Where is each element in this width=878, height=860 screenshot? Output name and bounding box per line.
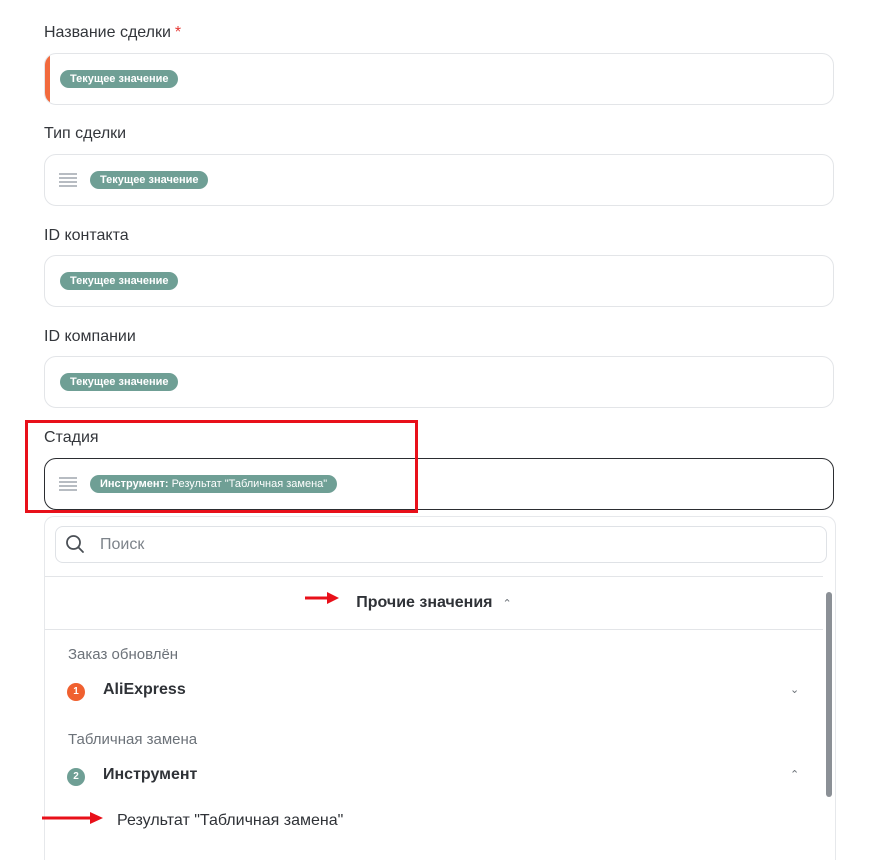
chevron-down-icon[interactable]: ⌄: [790, 683, 799, 696]
stage-field[interactable]: Инструмент: Результат "Табличная замена": [44, 458, 834, 510]
list-icon: [59, 173, 77, 187]
arrow-right-icon: [42, 812, 103, 824]
search-box[interactable]: [55, 526, 827, 563]
item-label: AliExpress: [103, 681, 186, 698]
company-id-label: ID компании: [44, 328, 136, 345]
company-id-field[interactable]: Текущее значение: [44, 356, 834, 408]
deal-name-label: Название сделки *: [44, 23, 181, 43]
required-mark: *: [174, 24, 182, 41]
deal-type-field[interactable]: Текущее значение: [44, 154, 834, 206]
chevron-up-icon[interactable]: ⌃: [790, 768, 799, 781]
sub-item-result[interactable]: Результат "Табличная замена": [117, 812, 343, 830]
chevron-up-icon: ⌃: [502, 598, 512, 610]
contact-id-label: ID контакта: [44, 227, 129, 244]
other-values-label: Прочие значения: [356, 594, 493, 611]
list-icon: [59, 477, 77, 491]
current-value-pill: Текущее значение: [60, 70, 179, 88]
step-badge: 1: [67, 683, 85, 701]
arrow-right-icon: [305, 592, 339, 604]
current-value-pill: Текущее значение: [60, 272, 179, 290]
stage-dropdown: Прочие значения ⌃ Заказ обновлён 1 AliExp…: [44, 516, 836, 860]
step-badge: 2: [67, 768, 85, 786]
search-icon: [66, 535, 84, 553]
scrollbar[interactable]: [826, 592, 832, 797]
contact-id-field[interactable]: Текущее значение: [44, 255, 834, 307]
deal-type-label: Тип сделки: [44, 125, 127, 142]
list-item[interactable]: 2 Инструмент ⌃: [45, 762, 823, 792]
divider: [45, 629, 823, 630]
selected-value-pill: Инструмент: Результат "Табличная замена": [90, 475, 338, 493]
pill-result-name: Результат "Табличная замена": [168, 478, 328, 490]
current-value-pill: Текущее значение: [90, 171, 209, 189]
deal-name-field[interactable]: Текущее значение: [44, 53, 834, 105]
pill-tool-name: Инструмент:: [100, 478, 169, 490]
deal-name-label-text: Название сделки: [44, 24, 171, 41]
other-values-toggle[interactable]: Прочие значения ⌃: [45, 577, 823, 629]
item-label: Инструмент: [103, 766, 198, 783]
stage-label: Стадия: [44, 429, 99, 446]
group-title: Заказ обновлён: [68, 646, 179, 663]
group-title: Табличная замена: [68, 731, 198, 748]
current-value-pill: Текущее значение: [60, 373, 179, 391]
list-item[interactable]: 1 AliExpress ⌄: [45, 677, 823, 707]
field-accent-bar: [45, 54, 50, 104]
search-input[interactable]: [100, 527, 800, 562]
